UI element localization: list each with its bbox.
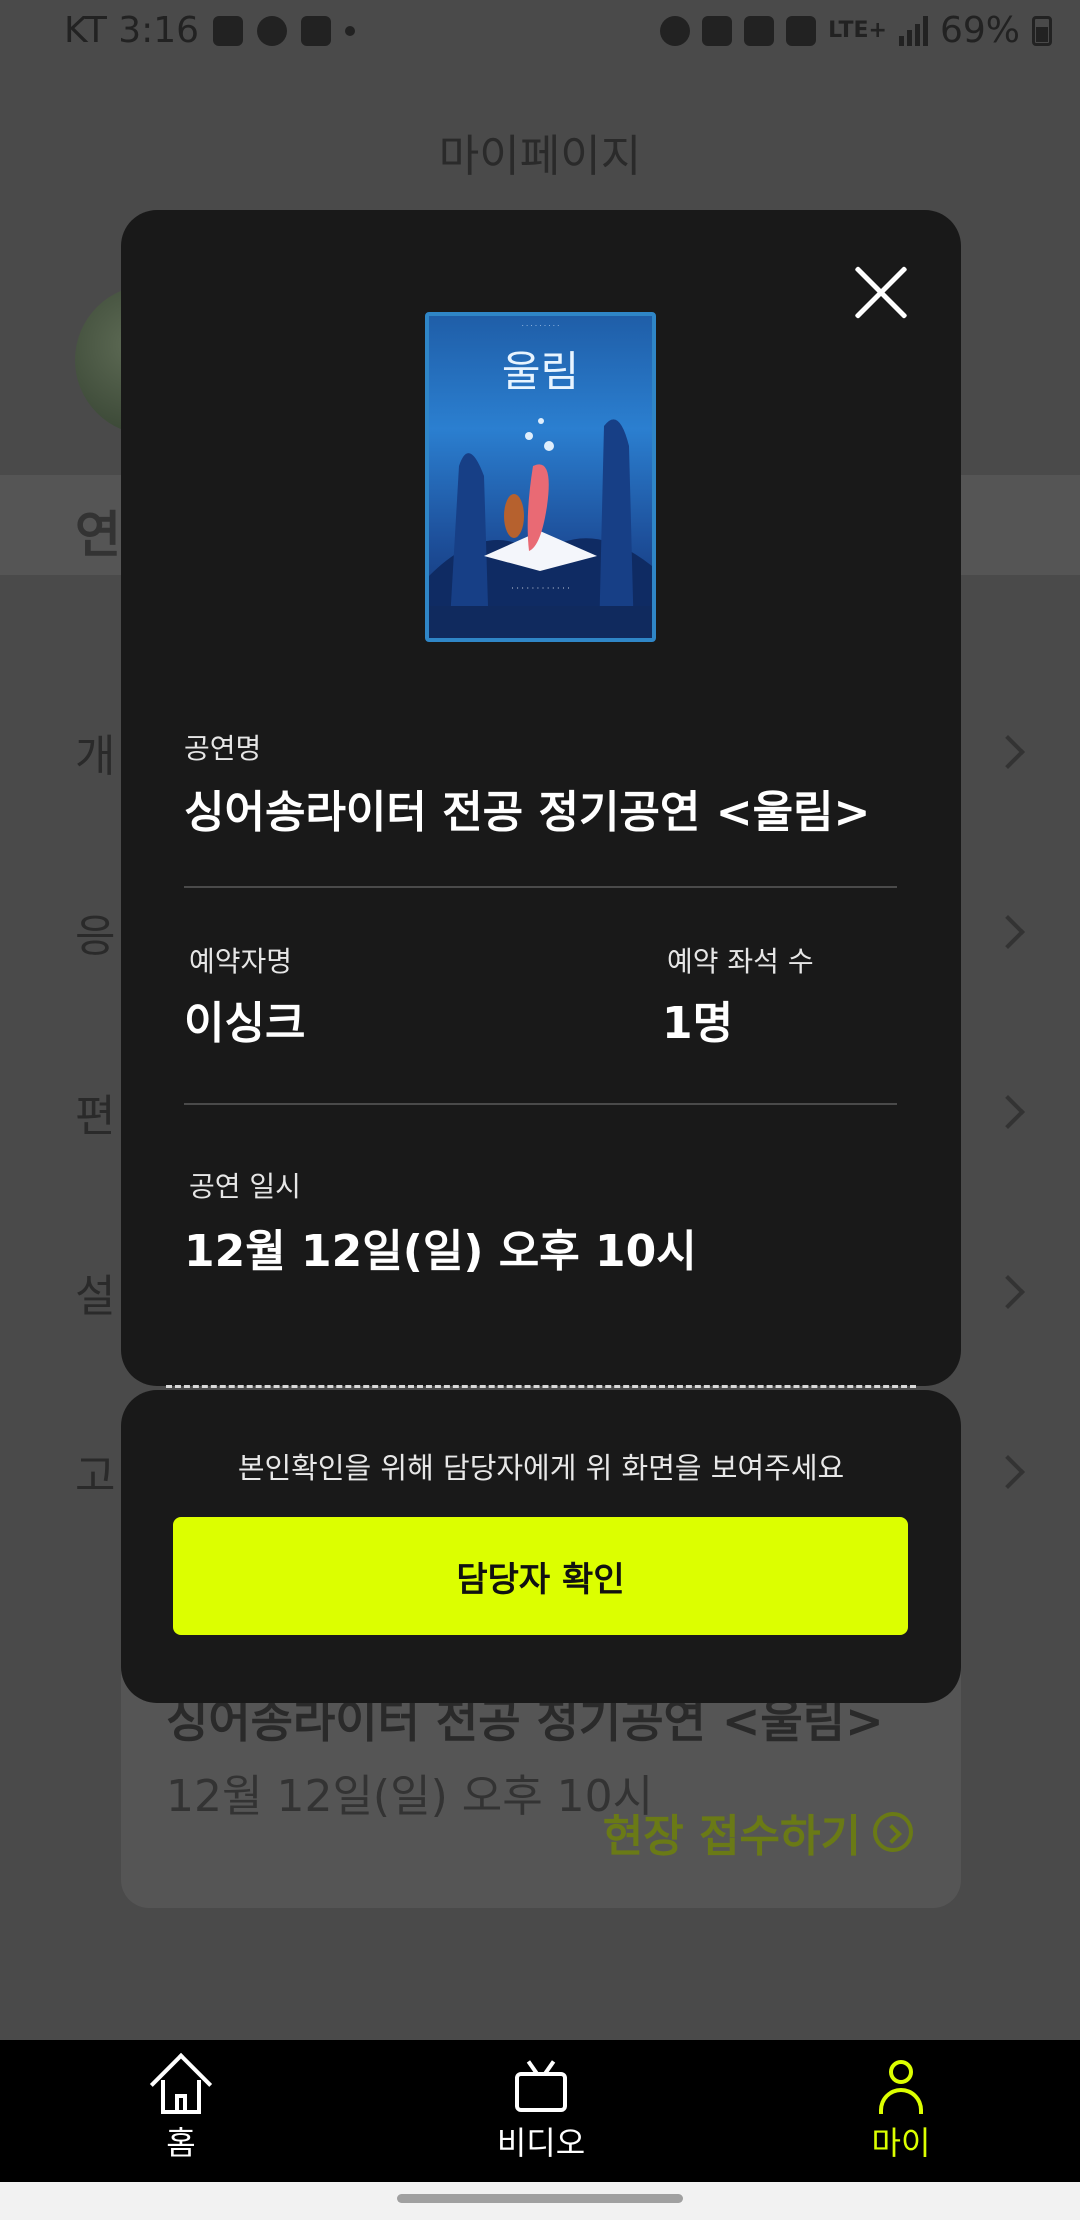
performance-datetime-value: 12월 12일(일) 오후 10시 — [184, 1226, 697, 1277]
mute-icon — [702, 15, 733, 46]
performance-datetime-label: 공연 일시 — [189, 1170, 301, 1203]
booker-name-label: 예약자명 — [189, 945, 293, 978]
bg-menu-row-5: 고 — [75, 1451, 116, 1502]
battery-percent: 69% — [939, 10, 1020, 51]
gesture-area — [0, 2182, 1080, 2220]
divider — [184, 886, 897, 888]
more-dot-icon — [345, 25, 356, 36]
nav-my[interactable]: 마이 — [801, 2058, 1001, 2164]
chevron-right-icon — [991, 1275, 1025, 1309]
seat-count-value: 1명 — [662, 998, 734, 1049]
bg-menu-row-3: 편 — [75, 1091, 116, 1142]
battery-saver-icon — [744, 15, 775, 46]
talk-icon — [257, 15, 288, 46]
identity-notice: 본인확인을 위해 담당자에게 위 화면을 보여주세요 — [237, 1451, 845, 1485]
bg-menu-row-2: 응 — [75, 911, 116, 962]
signal-icon — [898, 15, 928, 46]
tv-icon — [513, 2058, 569, 2114]
gesture-handle[interactable] — [397, 2194, 683, 2203]
gallery-icon — [213, 15, 244, 46]
seat-count-label: 예약 좌석 수 — [667, 945, 814, 978]
home-icon — [149, 2052, 213, 2116]
bg-card-date: 12월 12일(일) 오후 10시 — [166, 1771, 654, 1822]
onsite-checkin-label: 현장 접수하기 — [602, 1811, 861, 1862]
performance-name-value: 싱어송라이터 전공 정기공연 <울림> — [184, 787, 871, 838]
booker-name-value: 이싱크 — [184, 998, 306, 1049]
chevron-right-icon — [991, 1095, 1025, 1129]
arrow-circle-icon — [873, 1812, 913, 1852]
nav-video[interactable]: 비디오 — [441, 2058, 641, 2164]
divider — [184, 1103, 897, 1105]
network-label: LTE+ — [828, 18, 887, 43]
poster-footer-text: · · · · · · · · · · · · — [511, 584, 570, 593]
chevron-right-icon — [991, 915, 1025, 949]
ticket-perforation — [166, 1385, 916, 1388]
nav-video-label: 비디오 — [496, 2124, 586, 2162]
staff-confirm-button[interactable]: 담당자 확인 — [173, 1517, 908, 1635]
carrier-time: KT 3:16 — [64, 10, 200, 51]
performance-name-label: 공연명 — [184, 732, 262, 765]
onsite-checkin-link: 현장 접수하기 — [603, 1800, 913, 1864]
nav-my-label: 마이 — [871, 2124, 931, 2162]
battery-icon — [1032, 15, 1052, 46]
page-title: 마이페이지 — [438, 131, 642, 182]
bg-menu-row-4: 설 — [75, 1271, 116, 1322]
hd-icon — [786, 15, 817, 46]
bg-tab-label: 연 — [75, 506, 121, 564]
nav-home[interactable]: 홈 — [81, 2052, 281, 2164]
user-icon — [873, 2058, 929, 2114]
chevron-right-icon — [991, 1455, 1025, 1489]
bottom-nav: 홈 비디오 마이 — [0, 2040, 1080, 2182]
nav-home-label: 홈 — [166, 2124, 196, 2162]
alarm-icon — [660, 15, 691, 46]
close-icon[interactable] — [850, 262, 912, 324]
status-bar: KT 3:16 LTE+ 69% — [0, 0, 1080, 66]
v3-icon — [301, 15, 332, 46]
performance-poster: · · · · · · · · · 울림 · · · · · · · · · ·… — [425, 312, 656, 642]
chevron-right-icon — [991, 735, 1025, 769]
bg-menu-row-1: 개 — [75, 731, 116, 782]
